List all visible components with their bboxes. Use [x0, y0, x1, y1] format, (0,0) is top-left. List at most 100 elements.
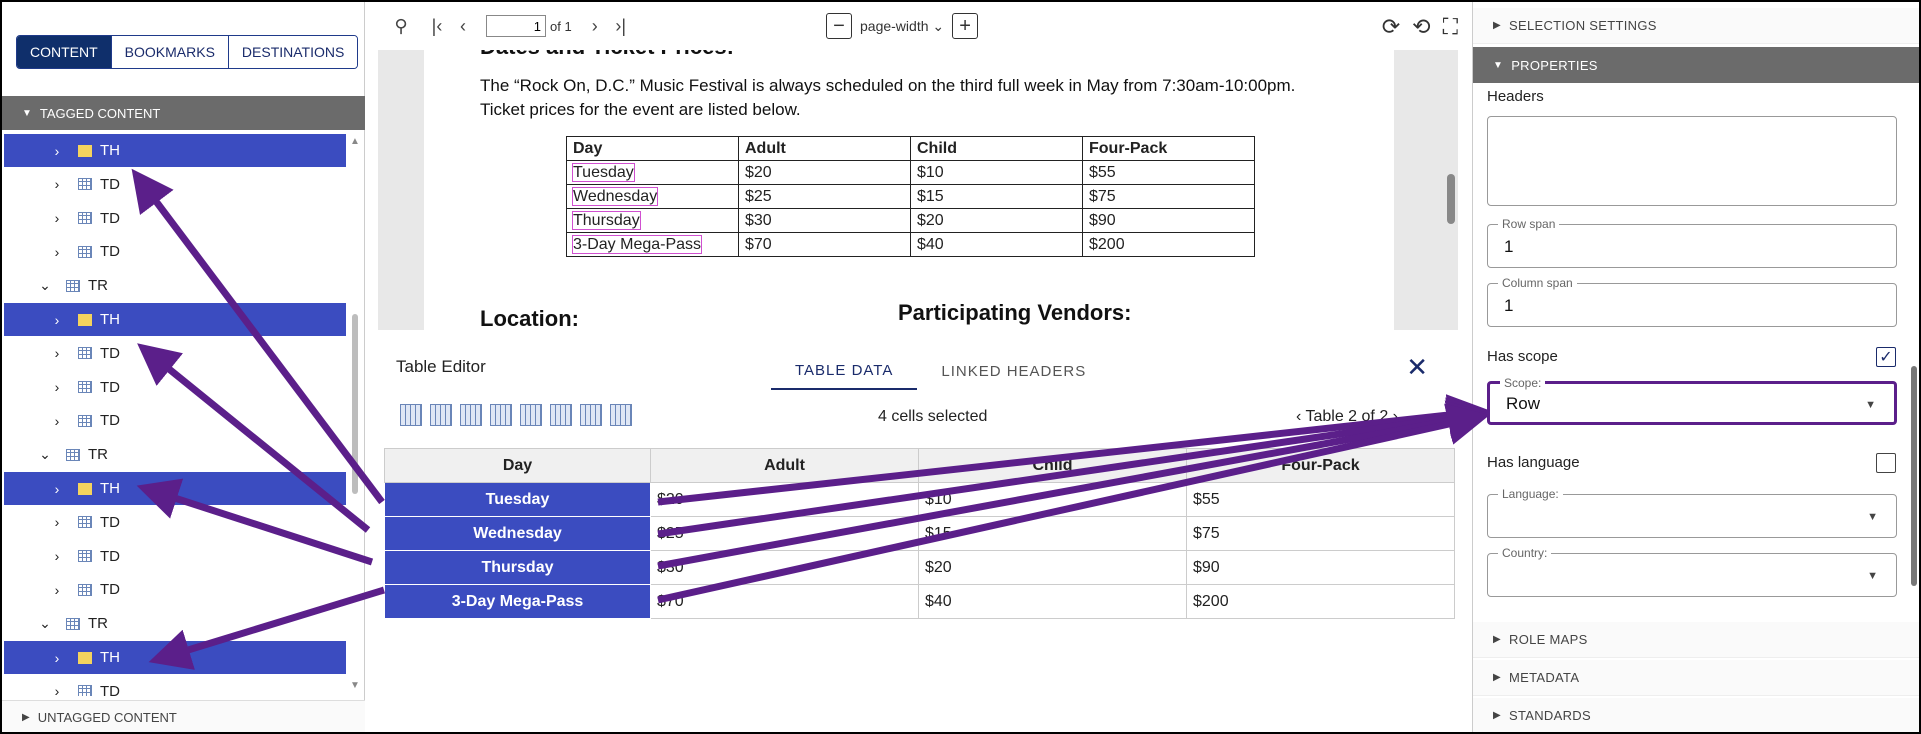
chevron-right-icon[interactable]: › [50, 176, 64, 192]
search-icon[interactable]: ⚲ [388, 16, 414, 37]
rotate-clockwise-icon[interactable]: ⟳ [1382, 14, 1400, 40]
chevron-right-icon[interactable]: › [50, 312, 64, 328]
chevron-right-icon[interactable]: › [50, 379, 64, 395]
next-page-icon[interactable]: › [582, 16, 608, 37]
grid-cell[interactable]: $70 [650, 584, 919, 619]
untagged-content-header[interactable]: ▶ UNTAGGED CONTENT [2, 700, 365, 732]
tree-item-td[interactable]: › TD [4, 540, 346, 573]
grid-header[interactable]: Adult [650, 448, 919, 483]
chevron-right-icon[interactable]: › [50, 413, 64, 429]
tab-bookmarks[interactable]: BOOKMARKS [110, 36, 228, 68]
chevron-down-icon[interactable]: ⌄ [38, 446, 52, 463]
chevron-right-icon[interactable]: › [50, 514, 64, 530]
page-number-input[interactable] [486, 15, 546, 37]
tree-item-th[interactable]: › TH [4, 134, 346, 167]
tab-table-data[interactable]: TABLE DATA [771, 352, 918, 390]
fullscreen-icon[interactable]: ⛶ [1443, 14, 1458, 40]
tree-item-td[interactable]: › TD [4, 573, 346, 606]
tree-item-td[interactable]: › TD [4, 371, 346, 404]
add-row-icon[interactable] [580, 404, 602, 426]
chevron-right-icon[interactable]: › [50, 345, 64, 361]
tree-item-th[interactable]: › TH [4, 303, 346, 336]
grid-cell[interactable]: $20 [918, 550, 1187, 585]
add-cell-icon[interactable] [610, 404, 632, 426]
tree-item-tr[interactable]: ⌄ TR [4, 269, 346, 302]
tree-item-td[interactable]: › TD [4, 506, 346, 539]
chevron-right-icon[interactable]: › [50, 548, 64, 564]
tree-item-th[interactable]: › TH [4, 472, 346, 505]
grid-row-header[interactable]: 3-Day Mega-Pass [384, 584, 651, 619]
tree-item-td[interactable]: › TD [4, 404, 346, 437]
zoom-select[interactable]: page-width ⌄ [860, 18, 944, 35]
chevron-down-icon[interactable]: ⌄ [38, 615, 52, 632]
set-header-icon[interactable] [460, 404, 482, 426]
prev-page-icon[interactable]: ‹ [450, 16, 476, 37]
has-language-checkbox[interactable] [1876, 453, 1896, 473]
tree-item-td[interactable]: › TD [4, 675, 346, 696]
scope-select[interactable]: Scope: Row ▼ [1487, 376, 1897, 425]
insert-column-icon[interactable] [400, 404, 422, 426]
language-select[interactable]: Language: ▼ [1487, 487, 1897, 538]
scroll-up-icon[interactable]: ▲ [350, 136, 360, 147]
properties-header[interactable]: ▼ PROPERTIES [1473, 47, 1919, 83]
grid-cell[interactable]: $75 [1186, 516, 1455, 551]
chevron-right-icon[interactable]: › [50, 244, 64, 260]
tree-item-td[interactable]: › TD [4, 235, 346, 268]
tree-scroll-thumb[interactable] [352, 314, 358, 494]
column-span-field[interactable]: Column span 1 [1487, 276, 1897, 327]
tagged-content-header[interactable]: ▼ TAGGED CONTENT [2, 96, 365, 130]
tab-linked-headers[interactable]: LINKED HEADERS [917, 352, 1110, 390]
chevron-right-icon[interactable]: › [50, 210, 64, 226]
table-navigator[interactable]: ‹ Table 2 of 2 › [1296, 408, 1398, 426]
country-select[interactable]: Country: ▼ [1487, 546, 1897, 597]
chevron-right-icon[interactable]: › [50, 481, 64, 497]
grid-row-header[interactable]: Wednesday [384, 516, 651, 551]
tree-item-td[interactable]: › TD [4, 168, 346, 201]
selection-settings-header[interactable]: ▶ SELECTION SETTINGS [1473, 8, 1919, 44]
zoom-in-icon[interactable]: + [952, 13, 979, 39]
role-maps-header[interactable]: ▶ ROLE MAPS [1473, 622, 1919, 658]
merge-cells-icon[interactable] [490, 404, 512, 426]
chevron-right-icon[interactable]: › [50, 650, 64, 666]
grid-header[interactable]: Four-Pack [1186, 448, 1455, 483]
tree-item-td[interactable]: › TD [4, 337, 346, 370]
last-page-icon[interactable]: ›| [608, 16, 634, 37]
tree-item-td[interactable]: › TD [4, 202, 346, 235]
headers-field[interactable] [1487, 116, 1897, 206]
tree-item-tr[interactable]: ⌄ TR [4, 607, 346, 640]
tab-content[interactable]: CONTENT [17, 36, 111, 68]
has-scope-checkbox[interactable]: ✓ [1876, 347, 1896, 367]
edit-column-icon[interactable] [520, 404, 542, 426]
grid-cell[interactable]: $55 [1186, 482, 1455, 517]
grid-cell[interactable]: $90 [1186, 550, 1455, 585]
grid-row-header[interactable]: Thursday [384, 550, 651, 585]
rotate-counterclockwise-icon[interactable]: ⟲ [1412, 14, 1430, 40]
grid-cell[interactable]: $20 [650, 482, 919, 517]
properties-scroll-thumb[interactable] [1911, 366, 1917, 586]
zoom-out-icon[interactable]: − [826, 13, 852, 39]
row-span-field[interactable]: Row span 1 [1487, 217, 1897, 268]
first-page-icon[interactable]: |‹ [424, 16, 450, 37]
chevron-right-icon[interactable]: › [50, 683, 64, 696]
grid-cell[interactable]: $30 [650, 550, 919, 585]
grid-header[interactable]: Child [918, 448, 1187, 483]
tree-item-tr[interactable]: ⌄ TR [4, 438, 346, 471]
tree-item-th[interactable]: › TH [4, 641, 346, 674]
table-settings-icon[interactable] [430, 404, 452, 426]
tree-scrollbar[interactable]: ▲ ▼ [348, 134, 362, 696]
tab-destinations[interactable]: DESTINATIONS [227, 36, 358, 68]
grid-cell[interactable]: $15 [918, 516, 1187, 551]
grid-cell[interactable]: $40 [918, 584, 1187, 619]
metadata-header[interactable]: ▶ METADATA [1473, 660, 1919, 696]
grid-row-header[interactable]: Tuesday [384, 482, 651, 517]
document-viewer[interactable]: Dates and Ticket Prices: The “Rock On, D… [378, 50, 1458, 330]
grid-cell[interactable]: $25 [650, 516, 919, 551]
chevron-right-icon[interactable]: › [50, 143, 64, 159]
chevron-right-icon[interactable]: › [50, 582, 64, 598]
chevron-down-icon[interactable]: ⌄ [38, 277, 52, 294]
standards-header[interactable]: ▶ STANDARDS [1473, 698, 1919, 732]
scroll-down-icon[interactable]: ▼ [350, 680, 360, 691]
document-scrollbar[interactable] [1444, 50, 1458, 330]
document-scroll-thumb[interactable] [1447, 174, 1455, 224]
grid-cell[interactable]: $200 [1186, 584, 1455, 619]
